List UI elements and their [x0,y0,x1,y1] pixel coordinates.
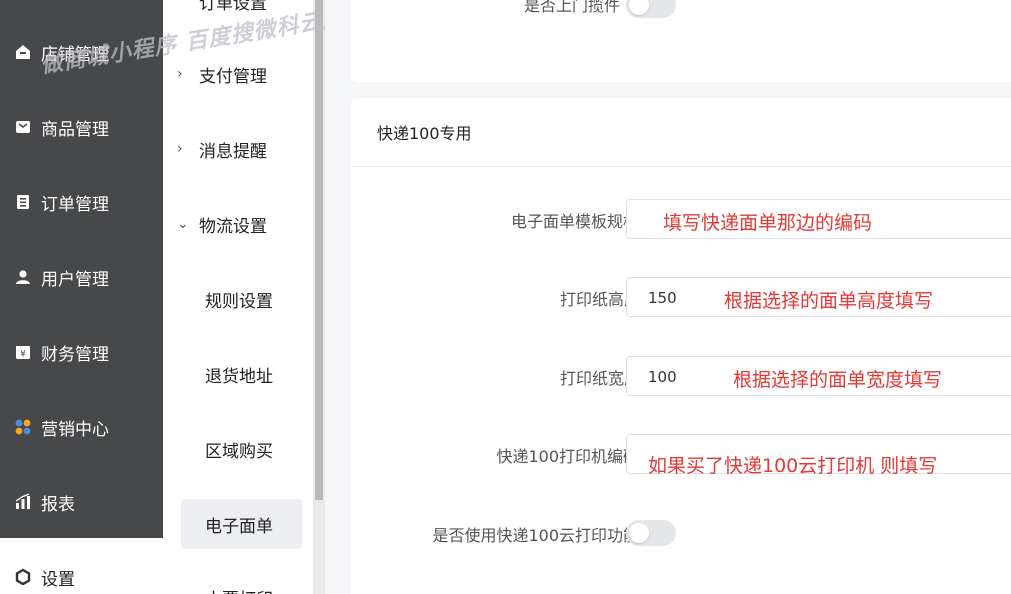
sidebar-item-label: 订单管理 [41,194,109,215]
sidebar-item-label: 财务管理 [41,344,109,365]
subnav-item-payment[interactable]: › 支付管理 [177,59,267,89]
subnav-item-label: 规则设置 [205,291,273,312]
subnav-item-logistics[interactable]: ⌄ 物流设置 [177,209,267,239]
user-icon [14,268,32,286]
app-root: 店铺管理 商品管理 订单管理 用户管理 ¥ 财务管理 营销中心 报表 设置 订单… [0,0,1011,594]
subnav-item-receipt-print[interactable]: 小票打印 [205,582,273,594]
paper-height-annotation: 根据选择的面单高度填写 [724,290,934,312]
subnav-item-e-waybill[interactable]: 电子面单 [205,509,273,539]
scrollbar-thumb[interactable] [315,0,323,500]
toggle-knob [629,523,649,543]
main-content: 是否上门揽件 i 快递100专用 电子面单模板规格 填写快递面单那边的编码 打印… [325,0,1011,594]
subnav-scrollbar[interactable] [313,0,325,594]
printer-code-annotation: 如果买了快递100云打印机 则填写 [648,455,938,477]
subnav-item-messages[interactable]: › 消息提醒 [177,134,267,164]
subnav-item-rules[interactable]: 规则设置 [205,284,273,314]
pickup-label: 是否上门揽件 i [524,0,641,16]
paper-height-value: 150 [648,289,677,307]
printer-code-input[interactable]: 如果买了快递100云打印机 则填写 [626,434,1011,477]
sidebar-item-label: 营销中心 [41,419,109,440]
secondary-sidebar: 订单设置 › 支付管理 › 消息提醒 ⌄ 物流设置 规则设置 退货地址 区域购买… [163,0,313,594]
paper-width-annotation: 根据选择的面单宽度填写 [733,369,943,391]
chevron-right-icon: › [177,141,183,157]
primary-sidebar: 店铺管理 商品管理 订单管理 用户管理 ¥ 财务管理 营销中心 报表 设置 [0,0,163,594]
sidebar-item-users[interactable]: 用户管理 [14,262,109,292]
paper-height-input[interactable]: 150 根据选择的面单高度填写 [626,277,1011,317]
subnav-item-label: 区域购买 [205,441,273,462]
sidebar-item-finance[interactable]: ¥ 财务管理 [14,337,109,367]
card-title: 快递100专用 [377,124,472,143]
printer-code-label: 快递100打印机编码 [496,447,639,466]
sidebar-item-orders[interactable]: 订单管理 [14,187,109,217]
sidebar-item-label: 设置 [41,569,75,590]
template-spec-input[interactable]: 填写快递面单那边的编码 [626,199,1011,239]
store-icon [14,43,32,61]
pickup-toggle[interactable] [626,0,676,18]
cloud-print-toggle[interactable] [626,520,676,546]
subnav-item-label: 支付管理 [199,66,267,87]
sidebar-item-reports[interactable]: 报表 [14,487,75,517]
subnav-item-label: 退货地址 [205,366,273,387]
sidebar-item-label: 用户管理 [41,269,109,290]
svg-text:¥: ¥ [20,350,26,360]
pickup-settings-card: 是否上门揽件 i [351,0,1011,82]
subnav-item-label: 小票打印 [205,585,273,594]
sidebar-item-marketing[interactable]: 营销中心 [14,412,109,442]
report-icon [14,493,32,511]
paper-width-value: 100 [648,368,677,386]
subnav-item-return-address[interactable]: 退货地址 [205,359,273,389]
sidebar-item-label: 报表 [41,494,75,515]
template-spec-annotation: 填写快递面单那边的编码 [663,212,873,234]
subnav-item-label: 电子面单 [205,516,273,537]
cloud-print-label: 是否使用快递100云打印功能 [432,526,639,545]
divider [351,166,1011,167]
marketing-icon [14,418,32,436]
paper-width-input[interactable]: 100 根据选择的面单宽度填写 [626,356,1011,396]
sidebar-item-products[interactable]: 商品管理 [14,112,109,142]
subnav-item-region-purchase[interactable]: 区域购买 [205,434,273,464]
kuaidi100-card: 快递100专用 电子面单模板规格 填写快递面单那边的编码 打印纸高度 i 150… [351,98,1011,594]
settings-icon [14,568,32,586]
finance-icon: ¥ [14,343,32,361]
sidebar-item-settings[interactable]: 设置 [14,562,75,592]
subnav-item-label: 物流设置 [199,216,267,237]
sidebar-item-label: 商品管理 [41,119,109,140]
subnav-item-label: 订单设置 [199,0,267,14]
product-icon [14,118,32,136]
subnav-item-label: 消息提醒 [199,141,267,162]
chevron-down-icon: ⌄ [177,216,189,232]
order-icon [14,193,32,211]
toggle-knob [629,0,649,15]
template-spec-label: 电子面单模板规格 [510,212,639,231]
chevron-right-icon: › [177,66,183,82]
